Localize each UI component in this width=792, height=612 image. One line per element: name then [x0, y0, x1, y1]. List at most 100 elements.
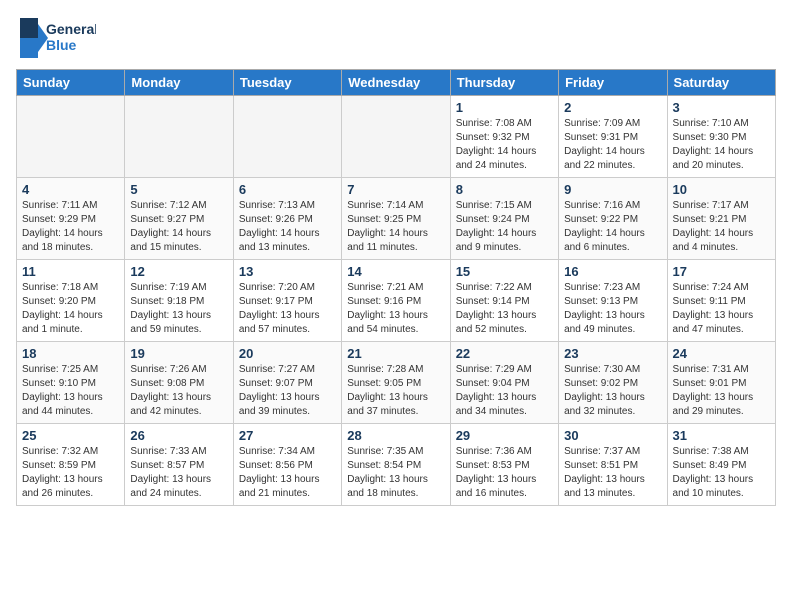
- column-header-sunday: Sunday: [17, 70, 125, 96]
- day-number: 16: [564, 264, 661, 279]
- day-info: Sunrise: 7:36 AM Sunset: 8:53 PM Dayligh…: [456, 445, 553, 501]
- calendar-cell: 17 Sunrise: 7:24 AM Sunset: 9:11 PM Dayli…: [667, 260, 775, 342]
- calendar-cell: 7Sunrise: 7:14 AM Sunset: 9:25 PM Daylig…: [342, 178, 450, 260]
- svg-text:Blue: Blue: [46, 37, 77, 53]
- calendar-cell: 11 Sunrise: 7:18 AM Sunset: 9:20 PM Dayli…: [17, 260, 125, 342]
- day-info: Sunrise: 7:29 AM Sunset: 9:04 PM Dayligh…: [456, 363, 553, 419]
- calendar-cell: 26Sunrise: 7:33 AM Sunset: 8:57 PM Dayli…: [125, 424, 233, 506]
- week-row-1: 1Sunrise: 7:08 AM Sunset: 9:32 PM Daylig…: [17, 96, 776, 178]
- day-info: Sunrise: 7:32 AM Sunset: 8:59 PM Dayligh…: [22, 445, 119, 501]
- day-number: 20: [239, 346, 336, 361]
- day-info: Sunrise: 7:28 AM Sunset: 9:05 PM Dayligh…: [347, 363, 444, 419]
- day-number: 30: [564, 428, 661, 443]
- column-header-monday: Monday: [125, 70, 233, 96]
- day-info: Sunrise: 7:34 AM Sunset: 8:56 PM Dayligh…: [239, 445, 336, 501]
- week-row-4: 18 Sunrise: 7:25 AM Sunset: 9:10 PM Dayli…: [17, 342, 776, 424]
- day-info: Sunrise: 7:23 AM Sunset: 9:13 PM Dayligh…: [564, 281, 661, 337]
- day-info: Sunrise: 7:33 AM Sunset: 8:57 PM Dayligh…: [130, 445, 227, 501]
- day-number: 3: [673, 100, 770, 115]
- day-number: 23: [564, 346, 661, 361]
- column-header-friday: Friday: [559, 70, 667, 96]
- day-info: Sunrise: 7:24 AM Sunset: 9:11 PM Dayligh…: [673, 281, 770, 337]
- calendar-cell: 16 Sunrise: 7:23 AM Sunset: 9:13 PM Dayli…: [559, 260, 667, 342]
- column-header-tuesday: Tuesday: [233, 70, 341, 96]
- calendar-table: SundayMondayTuesdayWednesdayThursdayFrid…: [16, 69, 776, 506]
- day-number: 12: [130, 264, 227, 279]
- calendar-cell: [17, 96, 125, 178]
- day-info: Sunrise: 7:18 AM Sunset: 9:20 PM Dayligh…: [22, 281, 119, 337]
- day-number: 27: [239, 428, 336, 443]
- day-info: Sunrise: 7:37 AM Sunset: 8:51 PM Dayligh…: [564, 445, 661, 501]
- day-number: 29: [456, 428, 553, 443]
- column-header-wednesday: Wednesday: [342, 70, 450, 96]
- day-number: 15: [456, 264, 553, 279]
- day-number: 11: [22, 264, 119, 279]
- day-info: Sunrise: 7:16 AM Sunset: 9:22 PM Dayligh…: [564, 199, 661, 255]
- day-info: Sunrise: 7:15 AM Sunset: 9:24 PM Dayligh…: [456, 199, 553, 255]
- calendar-cell: 18 Sunrise: 7:25 AM Sunset: 9:10 PM Dayli…: [17, 342, 125, 424]
- day-number: 4: [22, 182, 119, 197]
- day-number: 21: [347, 346, 444, 361]
- calendar-cell: 1Sunrise: 7:08 AM Sunset: 9:32 PM Daylig…: [450, 96, 558, 178]
- calendar-cell: 5Sunrise: 7:12 AM Sunset: 9:27 PM Daylig…: [125, 178, 233, 260]
- day-number: 8: [456, 182, 553, 197]
- day-info: Sunrise: 7:19 AM Sunset: 9:18 PM Dayligh…: [130, 281, 227, 337]
- calendar-cell: 28 Sunrise: 7:35 AM Sunset: 8:54 PM Dayli…: [342, 424, 450, 506]
- day-info: Sunrise: 7:31 AM Sunset: 9:01 PM Dayligh…: [673, 363, 770, 419]
- day-info: Sunrise: 7:38 AM Sunset: 8:49 PM Dayligh…: [673, 445, 770, 501]
- day-number: 9: [564, 182, 661, 197]
- day-info: Sunrise: 7:25 AM Sunset: 9:10 PM Dayligh…: [22, 363, 119, 419]
- header-row: SundayMondayTuesdayWednesdayThursdayFrid…: [17, 70, 776, 96]
- calendar-cell: 6 Sunrise: 7:13 AM Sunset: 9:26 PM Daylig…: [233, 178, 341, 260]
- day-number: 6: [239, 182, 336, 197]
- day-number: 7: [347, 182, 444, 197]
- week-row-5: 25 Sunrise: 7:32 AM Sunset: 8:59 PM Dayli…: [17, 424, 776, 506]
- calendar-cell: 25 Sunrise: 7:32 AM Sunset: 8:59 PM Dayli…: [17, 424, 125, 506]
- page-header: GeneralBlue: [16, 16, 776, 61]
- day-number: 13: [239, 264, 336, 279]
- calendar-cell: 23 Sunrise: 7:30 AM Sunset: 9:02 PM Dayli…: [559, 342, 667, 424]
- day-info: Sunrise: 7:26 AM Sunset: 9:08 PM Dayligh…: [130, 363, 227, 419]
- day-number: 2: [564, 100, 661, 115]
- day-info: Sunrise: 7:17 AM Sunset: 9:21 PM Dayligh…: [673, 199, 770, 255]
- calendar-cell: 31 Sunrise: 7:38 AM Sunset: 8:49 PM Dayli…: [667, 424, 775, 506]
- calendar-cell: 8 Sunrise: 7:15 AM Sunset: 9:24 PM Daylig…: [450, 178, 558, 260]
- calendar-cell: 27 Sunrise: 7:34 AM Sunset: 8:56 PM Dayli…: [233, 424, 341, 506]
- day-info: Sunrise: 7:21 AM Sunset: 9:16 PM Dayligh…: [347, 281, 444, 337]
- day-number: 25: [22, 428, 119, 443]
- calendar-cell: 9 Sunrise: 7:16 AM Sunset: 9:22 PM Daylig…: [559, 178, 667, 260]
- calendar-cell: [233, 96, 341, 178]
- week-row-3: 11 Sunrise: 7:18 AM Sunset: 9:20 PM Dayli…: [17, 260, 776, 342]
- calendar-cell: 19 Sunrise: 7:26 AM Sunset: 9:08 PM Dayli…: [125, 342, 233, 424]
- calendar-cell: 21 Sunrise: 7:28 AM Sunset: 9:05 PM Dayli…: [342, 342, 450, 424]
- day-info: Sunrise: 7:09 AM Sunset: 9:31 PM Dayligh…: [564, 117, 661, 173]
- day-info: Sunrise: 7:27 AM Sunset: 9:07 PM Dayligh…: [239, 363, 336, 419]
- day-number: 24: [673, 346, 770, 361]
- calendar-cell: 2 Sunrise: 7:09 AM Sunset: 9:31 PM Daylig…: [559, 96, 667, 178]
- calendar-cell: 12 Sunrise: 7:19 AM Sunset: 9:18 PM Dayli…: [125, 260, 233, 342]
- calendar-cell: 13 Sunrise: 7:20 AM Sunset: 9:17 PM Dayli…: [233, 260, 341, 342]
- day-info: Sunrise: 7:10 AM Sunset: 9:30 PM Dayligh…: [673, 117, 770, 173]
- svg-text:General: General: [46, 21, 96, 37]
- calendar-cell: 24 Sunrise: 7:31 AM Sunset: 9:01 PM Dayli…: [667, 342, 775, 424]
- day-info: Sunrise: 7:30 AM Sunset: 9:02 PM Dayligh…: [564, 363, 661, 419]
- column-header-thursday: Thursday: [450, 70, 558, 96]
- day-info: Sunrise: 7:11 AM Sunset: 9:29 PM Dayligh…: [22, 199, 119, 255]
- calendar-cell: 20 Sunrise: 7:27 AM Sunset: 9:07 PM Dayli…: [233, 342, 341, 424]
- day-info: Sunrise: 7:35 AM Sunset: 8:54 PM Dayligh…: [347, 445, 444, 501]
- day-number: 1: [456, 100, 553, 115]
- calendar-cell: 10 Sunrise: 7:17 AM Sunset: 9:21 PM Dayli…: [667, 178, 775, 260]
- calendar-cell: 30 Sunrise: 7:37 AM Sunset: 8:51 PM Dayli…: [559, 424, 667, 506]
- day-number: 17: [673, 264, 770, 279]
- day-number: 10: [673, 182, 770, 197]
- calendar-cell: 22Sunrise: 7:29 AM Sunset: 9:04 PM Dayli…: [450, 342, 558, 424]
- day-info: Sunrise: 7:20 AM Sunset: 9:17 PM Dayligh…: [239, 281, 336, 337]
- day-number: 19: [130, 346, 227, 361]
- day-number: 14: [347, 264, 444, 279]
- calendar-cell: 3 Sunrise: 7:10 AM Sunset: 9:30 PM Daylig…: [667, 96, 775, 178]
- day-number: 18: [22, 346, 119, 361]
- day-info: Sunrise: 7:13 AM Sunset: 9:26 PM Dayligh…: [239, 199, 336, 255]
- calendar-cell: 4 Sunrise: 7:11 AM Sunset: 9:29 PM Daylig…: [17, 178, 125, 260]
- day-number: 31: [673, 428, 770, 443]
- day-number: 28: [347, 428, 444, 443]
